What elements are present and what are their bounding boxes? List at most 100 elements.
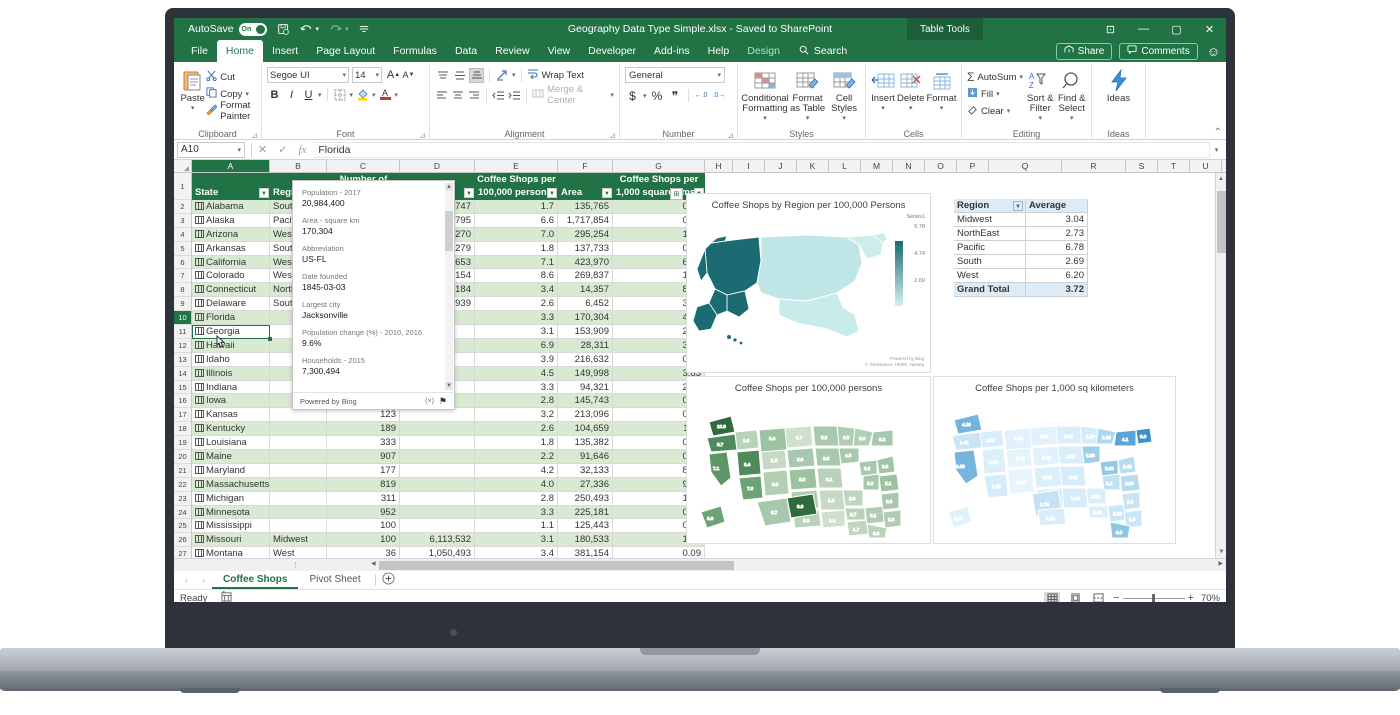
cut-button[interactable]: Cut xyxy=(206,69,256,85)
conditional-formatting-button[interactable]: Conditional Formatting ▾ xyxy=(743,67,787,122)
align-bottom-icon[interactable] xyxy=(469,68,484,83)
cell-state[interactable]: Colorado xyxy=(192,269,270,283)
clipboard-dialog-launcher[interactable]: ⊿ xyxy=(251,131,258,140)
cell-region[interactable] xyxy=(270,422,327,436)
pivot-cell-region[interactable]: West xyxy=(954,269,1026,283)
cell-shops[interactable]: 123 xyxy=(327,408,400,422)
autosave-control[interactable]: AutoSave On xyxy=(188,23,267,36)
name-box[interactable]: A10 ▾ xyxy=(177,142,245,158)
save-icon[interactable] xyxy=(277,23,290,36)
card-scroll-thumb[interactable] xyxy=(445,211,453,251)
cell-per100k[interactable]: 7.0 xyxy=(475,228,558,242)
ribbon-display-options-icon[interactable]: ⊡ xyxy=(1094,18,1127,40)
copy-dropdown-icon[interactable]: ▾ xyxy=(245,90,249,98)
cell-state[interactable]: Hawaii xyxy=(192,339,270,353)
increase-font-size-icon[interactable]: A▲ xyxy=(386,68,401,83)
cell-state[interactable]: Alabama xyxy=(192,200,270,214)
cell-population[interactable] xyxy=(400,506,475,520)
column-header-u[interactable]: U xyxy=(1190,160,1222,172)
cell-per1000km[interactable]: 0.09 xyxy=(613,547,705,558)
column-header-o[interactable]: O xyxy=(925,160,957,172)
ideas-button[interactable]: Ideas xyxy=(1098,67,1140,104)
cell-region[interactable]: West xyxy=(270,547,327,558)
tab-formulas[interactable]: Formulas xyxy=(384,40,446,62)
cell-region[interactable] xyxy=(270,436,327,450)
geography-data-type-icon[interactable] xyxy=(195,244,204,252)
normal-view-button[interactable] xyxy=(1044,592,1060,603)
collapse-ribbon-icon[interactable]: ⌃ xyxy=(1214,127,1222,138)
vertical-scrollbar[interactable]: ▲ ▼ xyxy=(1215,173,1226,558)
row-header-17[interactable]: 17 xyxy=(174,408,191,422)
cell-area[interactable]: 180,533 xyxy=(558,533,613,547)
cell-shops[interactable]: 100 xyxy=(327,533,400,547)
cell-area[interactable]: 423,970 xyxy=(558,256,613,270)
cell-state[interactable]: Kansas xyxy=(192,408,270,422)
font-dialog-launcher[interactable]: ⊿ xyxy=(419,131,426,140)
pivot-row[interactable]: Midwest3.04 xyxy=(954,213,1088,227)
minimize-button[interactable]: — xyxy=(1127,18,1160,40)
geography-data-type-icon[interactable] xyxy=(195,341,204,349)
pivot-cell-region[interactable]: NorthEast xyxy=(954,227,1026,241)
pivot-cell-region[interactable]: Midwest xyxy=(954,213,1026,227)
cell-per100k[interactable]: 2.2 xyxy=(475,450,558,464)
fill-dropdown-icon[interactable]: ▾ xyxy=(996,90,1000,98)
geography-data-type-icon[interactable] xyxy=(195,410,204,418)
row-header-25[interactable]: 25 xyxy=(174,519,191,533)
cell-state[interactable]: Minnesota xyxy=(192,506,270,520)
autosum-button[interactable]: Σ AutoSum ▾ xyxy=(967,69,1023,85)
geography-data-type-icon[interactable] xyxy=(195,271,204,279)
row-header-12[interactable]: 12 xyxy=(174,339,191,353)
cell-area[interactable]: 137,733 xyxy=(558,242,613,256)
paste-button[interactable]: Paste ▾ xyxy=(179,67,206,112)
pivot-cell-region[interactable]: Pacific xyxy=(954,241,1026,255)
cell-per100k[interactable]: 3.9 xyxy=(475,353,558,367)
cell-population[interactable]: 6,113,532 xyxy=(400,533,475,547)
cell-area[interactable]: 149,998 xyxy=(558,367,613,381)
cell-state[interactable]: Alaska xyxy=(192,214,270,228)
row-header-15[interactable]: 15 xyxy=(174,381,191,395)
geography-data-type-icon[interactable] xyxy=(195,285,204,293)
cell-region[interactable] xyxy=(270,408,327,422)
next-sheet-icon[interactable]: › xyxy=(195,575,212,585)
increase-indent-icon[interactable] xyxy=(507,88,521,103)
row-header-26[interactable]: 26 xyxy=(174,533,191,547)
cell-shops[interactable]: 311 xyxy=(327,492,400,506)
cell-area[interactable]: 91,646 xyxy=(558,450,613,464)
cell-shops[interactable]: 333 xyxy=(327,436,400,450)
pivot-cell-average[interactable]: 2.69 xyxy=(1026,255,1088,269)
cell-styles-dropdown-icon[interactable]: ▾ xyxy=(842,114,846,122)
comments-button[interactable]: Comments xyxy=(1119,43,1197,60)
column-header-l[interactable]: L xyxy=(829,160,861,172)
cell-per100k[interactable]: 2.6 xyxy=(475,297,558,311)
fill-color-dropdown-icon[interactable]: ▾ xyxy=(372,91,376,99)
italic-button[interactable]: I xyxy=(284,87,299,102)
zoom-level-label[interactable]: 70% xyxy=(1201,593,1220,603)
cell-area[interactable]: 145,743 xyxy=(558,394,613,408)
column-header-j[interactable]: J xyxy=(765,160,797,172)
cell-per100k[interactable]: 2.6 xyxy=(475,422,558,436)
decrease-indent-icon[interactable] xyxy=(492,88,506,103)
currency-button[interactable]: $ xyxy=(625,88,640,103)
column-header-a[interactable]: A xyxy=(192,160,270,172)
filter-icon-population[interactable]: ▼ xyxy=(464,188,474,198)
percent-button[interactable]: % xyxy=(650,88,665,103)
cell-state[interactable]: Iowa xyxy=(192,394,270,408)
name-box-dropdown-icon[interactable]: ▾ xyxy=(237,146,241,154)
cell-state[interactable]: Kentucky xyxy=(192,422,270,436)
column-header-s[interactable]: S xyxy=(1126,160,1158,172)
row-header-18[interactable]: 18 xyxy=(174,422,191,436)
column-header-f[interactable]: F xyxy=(558,160,613,172)
cell-area[interactable]: 381,154 xyxy=(558,547,613,558)
split-handle[interactable]: ⋮ xyxy=(292,561,299,569)
cell-population[interactable] xyxy=(400,492,475,506)
row-header-22[interactable]: 22 xyxy=(174,478,191,492)
cell-population[interactable] xyxy=(400,519,475,533)
refresh-icon[interactable]: (×) xyxy=(425,398,434,405)
cell-per100k[interactable]: 7.1 xyxy=(475,256,558,270)
zoom-out-button[interactable]: − xyxy=(1113,592,1119,602)
cell-state[interactable]: Florida xyxy=(192,311,270,325)
align-left-icon[interactable] xyxy=(435,88,449,103)
cell-population[interactable] xyxy=(400,450,475,464)
tab-review[interactable]: Review xyxy=(486,40,538,62)
borders-dropdown-icon[interactable]: ▾ xyxy=(350,91,354,99)
